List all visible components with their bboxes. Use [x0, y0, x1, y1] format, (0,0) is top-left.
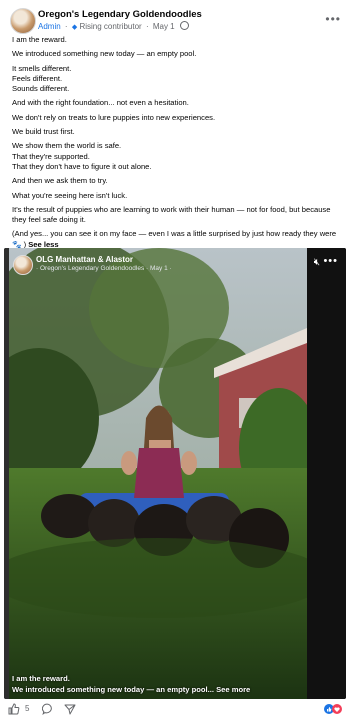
see-more-link[interactable]: See more — [216, 685, 250, 694]
page-name-link[interactable]: Oregon's Legendary Goldendoodles — [38, 9, 202, 20]
paragraph: It smells different. Feels different. So… — [12, 64, 342, 95]
separator: · — [64, 22, 68, 31]
video-letterbox-right — [307, 248, 346, 699]
paragraph: (And yes... you can see it on my face — … — [12, 229, 342, 250]
video-more-dots-icon[interactable]: ••• — [323, 255, 338, 267]
more-dots-icon[interactable]: ••• — [325, 12, 341, 26]
video-frame — [9, 248, 307, 699]
caption-line: I am the reward. — [12, 674, 70, 683]
video-player[interactable]: OLG Manhattan & Alastor · Oregon's Legen… — [4, 248, 346, 699]
caption-line: We introduced something new today — an e… — [12, 685, 217, 694]
line: It smells different. — [12, 63, 72, 73]
post-body: I am the reward. We introduced something… — [12, 35, 342, 254]
role-label: Admin — [38, 22, 61, 31]
video-author-name[interactable]: OLG Manhattan & Alastor — [36, 255, 133, 264]
share-icon[interactable] — [64, 703, 76, 715]
reactions-icon[interactable] — [323, 703, 343, 715]
paragraph: We build trust first. — [12, 127, 75, 137]
line: That they're supported. — [12, 151, 90, 161]
post-footer: 5 — [0, 701, 353, 717]
post-date[interactable]: May 1 — [153, 22, 175, 31]
comment-icon[interactable] — [42, 703, 54, 715]
like-count[interactable]: 5 — [25, 704, 29, 713]
globe-icon — [179, 21, 189, 30]
paragraph: And then we ask them to try. — [12, 176, 108, 186]
speaker-mute-icon[interactable]: 🔇︎ — [314, 257, 320, 268]
post-header: Oregon's Legendary Goldendoodles Admin ·… — [10, 8, 343, 34]
line: (And yes... you can see it on my face — … — [12, 229, 337, 249]
paragraph: We show them the world is safe. That the… — [12, 141, 342, 172]
badge-icon: ◆ — [71, 24, 78, 31]
line: Sounds different. — [12, 84, 70, 94]
paragraph: We introduced something new today — an e… — [12, 49, 197, 59]
facebook-post: Oregon's Legendary Goldendoodles Admin ·… — [0, 0, 353, 717]
line: That they don't have to figure it out al… — [12, 161, 152, 171]
line: We show them the world is safe. — [12, 141, 122, 151]
paragraph: I am the reward. — [12, 35, 67, 44]
video-caption: I am the reward. We introduced something… — [12, 673, 250, 695]
page-avatar[interactable] — [10, 8, 36, 34]
badge-label: Rising contributor — [79, 22, 142, 31]
video-author-avatar[interactable] — [13, 255, 33, 275]
post-meta: Admin · ◆ Rising contributor · May 1 — [38, 21, 189, 31]
paragraph: What you're seeing here isn't luck. — [12, 190, 128, 200]
paragraph: We don't rely on treats to lure puppies … — [12, 112, 216, 122]
paragraph: And with the right foundation... not eve… — [12, 98, 189, 108]
paragraph: It's the result of puppies who are learn… — [12, 204, 331, 225]
separator: · — [145, 22, 149, 31]
video-author-subline: · Oregon's Legendary Goldendoodles · May… — [36, 265, 172, 272]
line: Feels different. — [12, 73, 63, 83]
like-icon[interactable] — [8, 703, 20, 715]
